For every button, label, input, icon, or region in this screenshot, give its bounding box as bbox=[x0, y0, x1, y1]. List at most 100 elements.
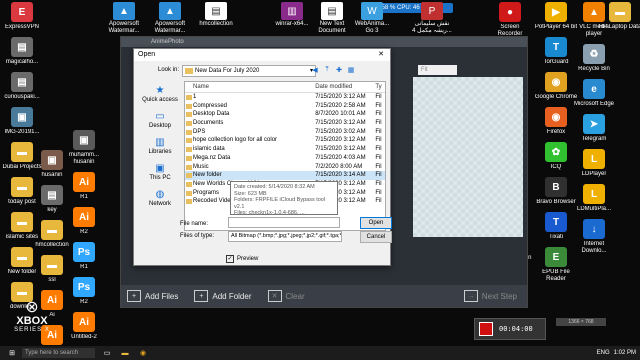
file-name-text: 1 bbox=[193, 94, 197, 100]
file-row[interactable]: DPS 7/15/2020 3:02 AM Fil bbox=[185, 128, 385, 137]
ldplayer-icon: L bbox=[583, 149, 605, 169]
look-in-dropdown[interactable]: New Data For July 2020 ▾ bbox=[182, 65, 316, 77]
start-icon[interactable]: ⊞ bbox=[6, 348, 18, 358]
desktop-shortcut[interactable]: ➤ Telegram bbox=[572, 114, 616, 143]
illustrator-icon: Ai bbox=[73, 172, 95, 192]
file-name-input[interactable] bbox=[228, 217, 340, 228]
file-name-cell: New folder bbox=[185, 171, 315, 180]
files-of-type-select[interactable]: All Bitmap (*.bmp;*.jpg;*.jpeg;*.jp2;*.g… bbox=[228, 231, 342, 242]
taskbar-search[interactable]: Type here to search bbox=[22, 348, 95, 358]
desktop-shortcut[interactable]: ▥ winrar-x64... bbox=[272, 2, 312, 28]
place-libraries[interactable]: ▥ Libraries bbox=[148, 135, 172, 156]
add-files-button[interactable]: + Add Files bbox=[127, 290, 178, 302]
date-modified-cell: 7/15/2020 3:12 AM bbox=[315, 94, 366, 100]
system-tray: ENG 1:02 PM bbox=[593, 346, 636, 360]
image-icon: ▣ bbox=[41, 150, 63, 170]
file-row[interactable]: Compressed 7/15/2020 2:58 AM Fil bbox=[185, 102, 385, 111]
xbox-logo: ⊗ XBOX SERIES X bbox=[4, 300, 60, 334]
clock[interactable]: 1:02 PM bbox=[614, 350, 636, 356]
libraries-icon: ▥ bbox=[155, 136, 165, 148]
place-this-pc[interactable]: ▣ This PC bbox=[149, 161, 171, 182]
file-name-text: Music bbox=[193, 163, 209, 170]
desktop-shortcut[interactable]: Ai R2 bbox=[62, 207, 106, 236]
file-row[interactable]: Desktop Data 8/7/2020 10:01 AM Fil bbox=[185, 110, 385, 119]
date-modified-cell: 7/15/2020 3:12 AM bbox=[315, 146, 366, 153]
next-icon: → bbox=[463, 290, 478, 302]
file-row[interactable]: islamic data 7/15/2020 3:12 AM Fil bbox=[185, 145, 385, 154]
desktop-shortcut[interactable]: ▬ HP Laptop Data bbox=[598, 2, 640, 31]
record-button[interactable] bbox=[479, 322, 493, 336]
column-type[interactable]: Ty bbox=[375, 82, 385, 92]
place-label: Desktop bbox=[148, 123, 171, 129]
desktop-shortcut[interactable]: ▲ Apowersoft Watermar... bbox=[104, 2, 144, 35]
place-network[interactable]: ◍ Network bbox=[149, 187, 171, 208]
add-folder-button[interactable]: + Add Folder bbox=[194, 290, 252, 302]
illustrator-icon: Ai bbox=[73, 207, 95, 227]
desktop-shortcut[interactable]: ▣ IMG-20191... bbox=[0, 107, 44, 136]
folder-icon bbox=[185, 68, 193, 74]
desktop-shortcut[interactable]: Ps R2 bbox=[62, 277, 106, 306]
file-row[interactable]: Documents 7/15/2020 3:12 AM Fil bbox=[185, 119, 385, 128]
preview-checkbox[interactable]: ✓ Preview bbox=[226, 255, 258, 263]
new-folder-icon[interactable]: ✚ bbox=[334, 65, 344, 75]
shortcut-label: ssl bbox=[48, 277, 56, 283]
place-desktop[interactable]: ▭ Desktop bbox=[148, 109, 171, 130]
shortcut-label: hmcollection bbox=[199, 21, 233, 27]
desktop-shortcut[interactable]: Ai R1 bbox=[62, 172, 106, 201]
folder-icon bbox=[186, 147, 192, 153]
fit-dropdown[interactable]: Fit bbox=[418, 65, 457, 75]
desktop-shortcut[interactable]: ● Screen Recorder bbox=[488, 2, 532, 38]
desktop-shortcut[interactable]: ▲ Apowersoft Watermar... bbox=[150, 2, 190, 35]
file-row[interactable]: Music 7/2/2020 8:00 AM Fil bbox=[185, 163, 385, 172]
desktop-shortcut[interactable]: Ps R1 bbox=[62, 242, 106, 271]
desktop-shortcut[interactable]: ▤ hmcollection bbox=[196, 2, 236, 28]
shortcut-label: Bravo Browser bbox=[536, 199, 576, 205]
place-quick-access[interactable]: ★ Quick access bbox=[142, 83, 178, 104]
desktop-shortcut[interactable]: P نقش سلیمانی ریشہ مکمل 4... bbox=[412, 2, 452, 35]
file-row[interactable]: hope collection logo for all color 7/15/2… bbox=[185, 136, 385, 145]
file-explorer-icon[interactable]: ▬ bbox=[119, 348, 131, 358]
file-row[interactable]: 1 7/15/2020 3:12 AM Fil bbox=[185, 93, 385, 102]
column-date[interactable]: Date modified bbox=[315, 82, 375, 92]
place-label: Libraries bbox=[148, 149, 172, 155]
file-name-text: Desktop Data bbox=[193, 111, 230, 118]
date-modified-cell: 7/15/2020 3:02 AM bbox=[315, 128, 366, 135]
icq-icon: ✿ bbox=[545, 142, 567, 162]
place-label: This PC bbox=[149, 175, 171, 181]
desktop-shortcut[interactable]: L LDMultiPla... bbox=[572, 184, 616, 213]
cancel-button[interactable]: Cancel bbox=[360, 231, 392, 243]
file-name-cell: Desktop Data bbox=[185, 110, 315, 119]
desktop-shortcut[interactable]: ▤ magicalho... bbox=[0, 37, 44, 66]
desktop-shortcut[interactable]: ▤ curiouspaki... bbox=[0, 72, 44, 101]
open-button[interactable]: Open bbox=[360, 217, 392, 229]
next-step-button[interactable]: → Next Step bbox=[463, 290, 517, 302]
shortcut-label: IMG-20191... bbox=[4, 129, 40, 135]
shortcut-label: ICQ bbox=[550, 164, 562, 170]
close-icon[interactable]: ✕ bbox=[372, 49, 390, 61]
desktop-shortcut[interactable]: ↓ Internet Downlo... bbox=[572, 219, 616, 255]
column-name[interactable]: Name bbox=[185, 82, 315, 92]
up-folder-icon[interactable]: ⤒ bbox=[322, 65, 332, 75]
desktop-shortcut[interactable]: ▤ New Text Document bbox=[312, 2, 352, 35]
desktop-shortcut[interactable]: ♻ Recycle Bin bbox=[572, 44, 616, 73]
file-name-text: Recoded Video bbox=[193, 198, 234, 205]
desktop-shortcut[interactable]: L LDPlayer bbox=[572, 149, 616, 178]
view-menu-icon[interactable]: ▦ bbox=[346, 65, 356, 75]
file-name-cell: 1 bbox=[185, 93, 315, 102]
task-view-icon[interactable]: ▭ bbox=[101, 348, 113, 358]
file-row[interactable]: New folder 7/15/2020 3:14 AM Fil bbox=[185, 171, 385, 180]
shortcut-label: key bbox=[47, 207, 57, 213]
file-row[interactable]: Mega.nz Data 7/15/2020 4:03 AM Fil bbox=[185, 154, 385, 163]
photoshop-icon: Ps bbox=[73, 242, 95, 262]
desktop-shortcut[interactable]: e Microsoft Edge bbox=[572, 79, 616, 108]
desktop-shortcut[interactable]: W WebAnima... Go 3 bbox=[352, 2, 392, 35]
clear-button[interactable]: ✕ Clear bbox=[267, 290, 305, 302]
chrome-icon[interactable]: ◉ bbox=[137, 348, 149, 358]
recorder-resolution: 1366 × 768 bbox=[556, 318, 606, 326]
desktop-shortcut[interactable]: Ai Untitled-2 bbox=[62, 312, 106, 341]
folder-icon bbox=[186, 95, 192, 100]
language-indicator[interactable]: ENG bbox=[597, 350, 610, 356]
desktop-shortcut[interactable]: ▣ muhamm... husanin bbox=[62, 130, 106, 166]
back-icon[interactable]: ◀ bbox=[310, 65, 320, 75]
desktop-shortcut[interactable]: E ExpressVPN bbox=[0, 2, 44, 31]
